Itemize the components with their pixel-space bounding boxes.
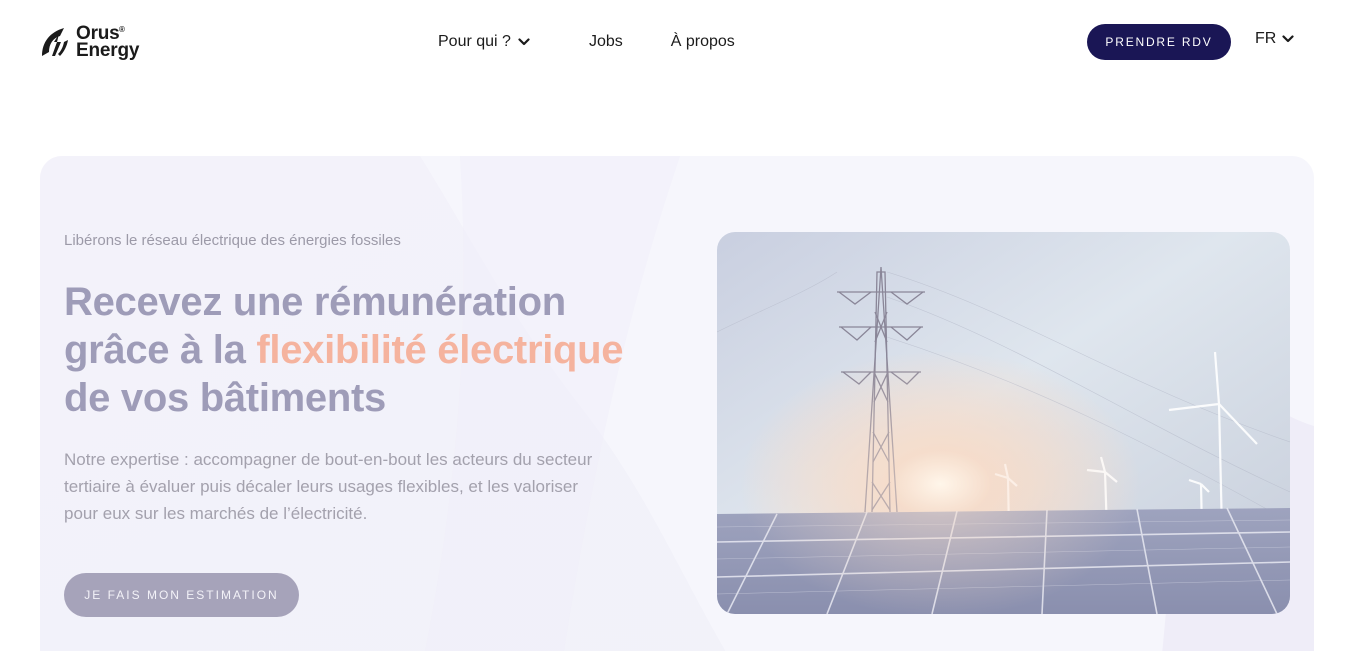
chevron-down-icon — [1282, 35, 1294, 43]
registered-mark: ® — [119, 25, 125, 34]
hero-eyebrow: Libérons le réseau électrique des énergi… — [64, 232, 401, 249]
hero-description: Notre expertise : accompagner de bout-en… — [64, 450, 593, 523]
language-label: FR — [1255, 30, 1277, 47]
nav-item-label: Pour qui ? — [438, 33, 511, 50]
nav-item-label: À propos — [670, 33, 735, 50]
headline-text-end: de vos bâtiments — [64, 376, 386, 420]
site-header: Orus Energy ® Pour qui ? Jobs À propos P… — [0, 0, 1366, 84]
logo-word-energy: Energy — [76, 40, 140, 61]
main-nav: Pour qui ? Jobs À propos — [438, 30, 735, 54]
nav-item-label: Jobs — [588, 33, 623, 50]
language-selector[interactable]: FR — [1255, 30, 1294, 48]
logo-wordmark: Orus Energy ® — [76, 24, 140, 61]
nav-item-jobs[interactable]: Jobs — [589, 33, 623, 51]
hero-headline: Recevez une rémunération grâce à la flex… — [64, 278, 624, 422]
estimation-button[interactable]: JE FAIS MON ESTIMATION — [64, 573, 299, 617]
chevron-down-icon — [518, 38, 530, 46]
orus-energy-logo[interactable]: Orus Energy ® — [40, 22, 139, 62]
hero-image-solar-pylon — [717, 232, 1290, 614]
headline-accent: flexibilité électrique — [256, 328, 624, 372]
nav-item-a-propos[interactable]: À propos — [671, 33, 735, 51]
logo-mark-icon — [42, 28, 68, 56]
hero-section: Libérons le réseau électrique des énergi… — [40, 156, 1314, 651]
prendre-rdv-button[interactable]: PRENDRE RDV — [1087, 24, 1231, 60]
nav-item-pour-qui[interactable]: Pour qui ? — [438, 33, 530, 51]
energy-landscape-illustration — [717, 232, 1290, 614]
